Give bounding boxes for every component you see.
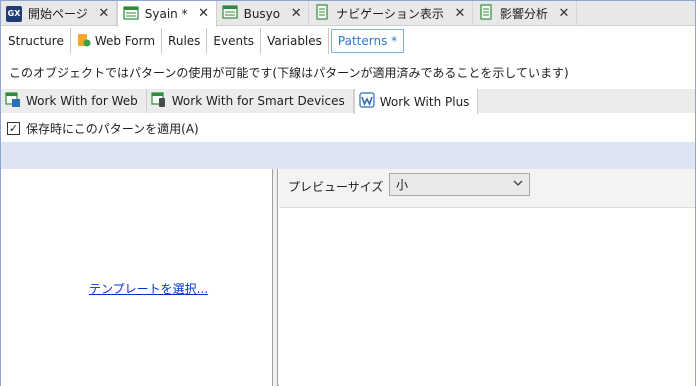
chevron-down-icon <box>513 178 523 191</box>
close-icon[interactable]: ✕ <box>98 7 110 20</box>
preview-size-select[interactable]: 小 <box>389 173 530 196</box>
tab-work-with-smart-devices[interactable]: Work With for Smart Devices <box>147 89 354 113</box>
preview-size-value: 小 <box>396 178 409 192</box>
pattern-toolbar-band <box>1 142 695 169</box>
tab-label: Work With for Web <box>26 94 138 108</box>
tab-label: 影響分析 <box>499 7 548 21</box>
close-icon[interactable]: ✕ <box>454 7 466 20</box>
webform-icon <box>77 33 91 50</box>
preview-size-label: プレビューサイズ <box>288 180 384 194</box>
tab-label: Work With for Smart Devices <box>171 94 345 108</box>
tab-web-form[interactable]: Web Form <box>71 28 163 54</box>
pattern-tab-bar: Work With for Web Work With for Smart De… <box>1 89 695 114</box>
tab-patterns[interactable]: Patterns * <box>330 29 405 53</box>
transaction-icon <box>221 4 238 23</box>
tab-navigation-view[interactable]: ナビゲーション表示 ✕ <box>309 1 473 26</box>
tab-syain[interactable]: Syain * ✕ <box>116 1 217 27</box>
close-icon[interactable]: ✕ <box>558 7 570 20</box>
patterns-info-text: このオブジェクトではパターンの使用が可能です(下線はパターンが適用済みであること… <box>9 66 569 80</box>
tab-structure[interactable]: Structure <box>2 28 71 54</box>
tab-label: 開始ページ <box>28 7 88 21</box>
tab-rules[interactable]: Rules <box>162 28 208 54</box>
report-icon <box>478 4 494 23</box>
apply-on-save-label: 保存時にこのパターンを適用(A) <box>26 121 199 136</box>
tab-label: Work With Plus <box>379 94 470 109</box>
close-icon[interactable]: ✕ <box>290 7 302 20</box>
template-panel <box>1 169 273 386</box>
tab-label: Variables <box>267 34 322 48</box>
tab-work-with-for-web[interactable]: Work With for Web <box>1 89 147 113</box>
apply-on-save-option[interactable]: ✓ 保存時にこのパターンを適用(A) <box>7 120 199 136</box>
select-template-link[interactable]: テンプレートを選択... <box>89 280 208 297</box>
tab-label: Patterns * <box>337 34 398 48</box>
tab-busyo[interactable]: Busyo ✕ <box>217 1 310 26</box>
panel-splitter[interactable] <box>273 169 278 386</box>
workwith-icon <box>5 91 21 111</box>
document-tab-bar: GX 開始ページ ✕ Syain * ✕ Busyo ✕ ナビゲーション表示 ✕… <box>1 1 695 27</box>
tab-label: Web Form <box>94 34 156 48</box>
tab-label: Rules <box>168 34 201 48</box>
tab-work-with-plus[interactable]: Work With Plus <box>353 89 479 114</box>
tab-label: Busyo <box>243 6 281 21</box>
object-part-tabs: Structure Web Form Rules Events Variable… <box>2 28 405 54</box>
tab-impact-analysis[interactable]: 影響分析 ✕ <box>473 1 577 26</box>
workwith-sd-icon <box>151 91 167 111</box>
wwplus-icon <box>359 92 375 111</box>
report-icon <box>314 4 330 23</box>
editor-window: GX 開始ページ ✕ Syain * ✕ Busyo ✕ ナビゲーション表示 ✕… <box>0 0 696 386</box>
tab-label: Syain * <box>144 7 188 21</box>
apply-on-save-checkbox[interactable]: ✓ <box>7 121 20 135</box>
tab-events[interactable]: Events <box>207 28 262 54</box>
check-icon: ✓ <box>8 121 19 135</box>
tab-label: ナビゲーション表示 <box>336 7 444 21</box>
transaction-icon <box>123 5 139 24</box>
tab-label: Structure <box>8 34 64 48</box>
gx-icon: GX <box>6 5 22 22</box>
tab-start-page[interactable]: GX 開始ページ ✕ <box>1 1 117 26</box>
tab-variables[interactable]: Variables <box>261 28 329 54</box>
tab-label: Events <box>213 34 255 48</box>
close-icon[interactable]: ✕ <box>198 7 210 20</box>
